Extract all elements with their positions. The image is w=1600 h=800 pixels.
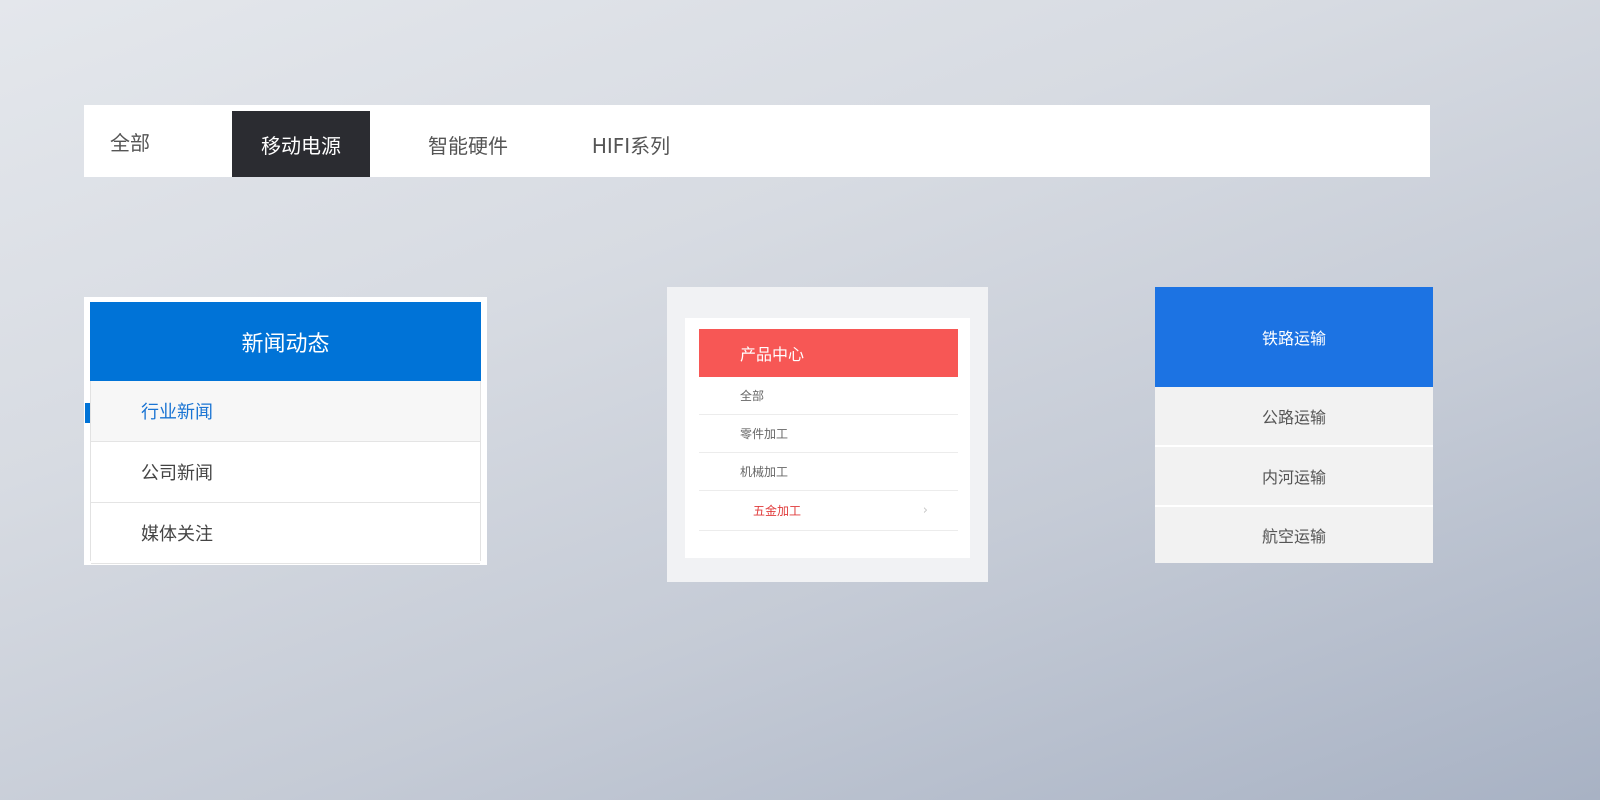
transport-item-air[interactable]: 航空运输: [1155, 507, 1433, 563]
chevron-right-icon: ›: [922, 503, 928, 518]
tab-power-bank[interactable]: 移动电源: [232, 111, 370, 177]
product-menu-title: 产品中心: [699, 329, 958, 377]
product-item-label: 机械加工: [740, 465, 789, 479]
product-item-hardware[interactable]: 五金加工 ›: [699, 491, 958, 531]
news-item-label: 媒体关注: [141, 524, 213, 545]
news-menu: 新闻动态 行业新闻 公司新闻 媒体关注: [84, 297, 487, 565]
transport-menu: 铁路运输 公路运输 内河运输 航空运输: [1155, 287, 1433, 563]
product-item-label: 全部: [740, 389, 765, 403]
transport-item-road[interactable]: 公路运输: [1155, 387, 1433, 447]
product-item-label: 五金加工: [753, 504, 802, 518]
product-menu-panel: 产品中心 全部 零件加工 机械加工 五金加工 ›: [667, 287, 988, 582]
news-menu-title: 新闻动态: [90, 302, 481, 381]
tab-smart-hardware[interactable]: 智能硬件: [370, 111, 566, 177]
news-item-label: 公司新闻: [141, 463, 213, 484]
tab-all[interactable]: 全部: [84, 108, 204, 174]
news-menu-body: 新闻动态 行业新闻 公司新闻 媒体关注: [85, 302, 481, 564]
news-item-media[interactable]: 媒体关注: [91, 503, 480, 564]
product-item-machining[interactable]: 机械加工: [699, 453, 958, 491]
category-tab-bar: 全部 移动电源 智能硬件 HIFI系列: [84, 105, 1430, 177]
product-item-parts[interactable]: 零件加工: [699, 415, 958, 453]
tab-hifi-series[interactable]: HIFI系列: [566, 111, 696, 177]
news-item-industry[interactable]: 行业新闻: [85, 381, 480, 442]
product-menu-card: 产品中心 全部 零件加工 机械加工 五金加工 ›: [685, 318, 970, 558]
transport-item-railway[interactable]: 铁路运输: [1155, 287, 1433, 387]
active-indicator: [85, 403, 90, 423]
product-menu-list: 全部 零件加工 机械加工 五金加工 ›: [699, 377, 958, 531]
product-item-all[interactable]: 全部: [699, 377, 958, 415]
transport-item-inland-river[interactable]: 内河运输: [1155, 447, 1433, 507]
product-item-label: 零件加工: [740, 427, 789, 441]
news-item-company[interactable]: 公司新闻: [91, 442, 480, 503]
news-item-label: 行业新闻: [141, 402, 213, 423]
